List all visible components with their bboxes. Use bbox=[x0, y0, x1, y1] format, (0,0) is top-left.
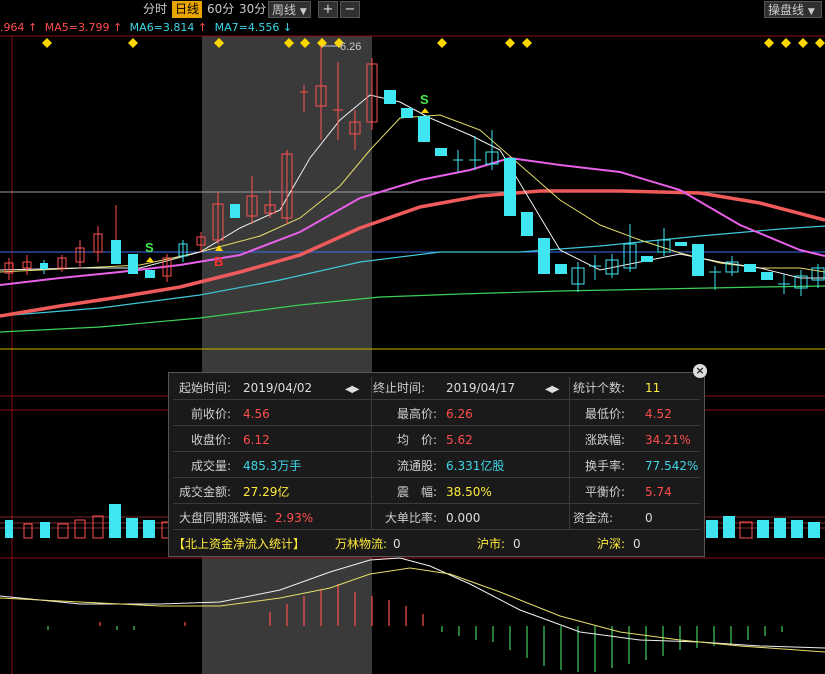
count-value: 11 bbox=[645, 381, 661, 395]
tab-30min[interactable]: 30分 bbox=[236, 1, 269, 18]
tab-daily[interactable]: 日线 bbox=[172, 1, 203, 18]
amount-label: 成交金额: bbox=[179, 485, 232, 499]
market-change-label: 大盘同期涨跌幅: bbox=[179, 511, 268, 525]
selection-range bbox=[202, 36, 372, 674]
low-label: 最低价: bbox=[585, 407, 626, 421]
buy-signal: B bbox=[214, 254, 223, 269]
close-label: 收盘价: bbox=[191, 433, 232, 447]
candles bbox=[4, 46, 825, 296]
float-shares-value: 6.331亿股 bbox=[446, 459, 505, 473]
wanlin-label: 万林物流: bbox=[335, 537, 388, 551]
low-value: 4.52 bbox=[645, 407, 672, 421]
balance-label: 平衡价: bbox=[585, 485, 626, 499]
sell-signal-1: S bbox=[145, 240, 154, 255]
ma6-value: MA6=3.814 bbox=[129, 21, 195, 34]
avg-label: 均 价: bbox=[397, 433, 438, 447]
volume-label: 成交量: bbox=[191, 459, 232, 473]
range-stats-popup: 起始时间: 2019/04/02 ◀▶ 终止时间: 2019/04/17 ◀▶ … bbox=[168, 372, 705, 557]
macd-histogram bbox=[47, 584, 783, 672]
close-value: 6.12 bbox=[243, 433, 270, 447]
fund-flow-label: 资金流: bbox=[573, 511, 614, 525]
close-icon[interactable]: × bbox=[693, 364, 707, 378]
down-arrow-icon: ↓ bbox=[282, 21, 293, 34]
amplitude-label: 震 幅: bbox=[397, 485, 438, 499]
high-price-label: 6.26 bbox=[340, 41, 361, 53]
ma5-value: MA5=3.799 bbox=[44, 21, 110, 34]
volume-value: 485.3万手 bbox=[243, 459, 302, 473]
hushi-value: 0 bbox=[513, 537, 521, 551]
prev-close-label: 前收价: bbox=[191, 407, 232, 421]
hushi-label: 沪市: bbox=[477, 537, 506, 551]
start-time-stepper-icon[interactable]: ◀▶ bbox=[345, 384, 359, 395]
ma-legend: .964 ↑ MA5=3.799 ↑ MA6=3.814 ↑ MA7=4.556… bbox=[0, 20, 292, 35]
amplitude-value: 38.50% bbox=[446, 485, 492, 499]
end-time-label: 终止时间: bbox=[373, 381, 426, 395]
ma-line-green bbox=[0, 285, 825, 333]
market-change-value: 2.93% bbox=[275, 511, 314, 525]
change-label: 涨跌幅: bbox=[585, 433, 626, 447]
start-time-value: 2019/04/02 bbox=[243, 381, 313, 395]
hushen-value: 0 bbox=[633, 537, 641, 551]
up-arrow-icon: ↑ bbox=[28, 21, 38, 34]
count-label: 统计个数: bbox=[573, 381, 626, 395]
end-time-stepper-icon[interactable]: ◀▶ bbox=[545, 384, 559, 395]
tab-weekly-dropdown[interactable]: 周线 ▼ bbox=[268, 1, 311, 18]
ma-partial-value: .964 bbox=[0, 21, 25, 34]
end-time-value: 2019/04/17 bbox=[446, 381, 516, 395]
event-markers bbox=[42, 38, 825, 48]
change-value: 34.21% bbox=[645, 433, 691, 447]
prev-close-value: 4.56 bbox=[243, 407, 270, 421]
hushen-label: 沪深: bbox=[597, 537, 626, 551]
turnover-label: 换手率: bbox=[585, 459, 626, 473]
fund-flow-value: 0 bbox=[645, 511, 653, 525]
balance-value: 5.74 bbox=[645, 485, 672, 499]
ma7-value: MA7=4.556 bbox=[214, 21, 280, 34]
sell-marker-1 bbox=[146, 257, 154, 262]
candlestick-chart[interactable]: 6.26 S B S bbox=[0, 0, 825, 674]
chevron-down-icon: ▼ bbox=[299, 7, 307, 17]
period-toolbar: 分时 日线 60分 30分 周线 ▼ + − 操盘线 ▼ bbox=[0, 0, 825, 20]
big-order-value: 0.000 bbox=[446, 511, 481, 525]
high-label: 最高价: bbox=[397, 407, 438, 421]
start-time-label: 起始时间: bbox=[179, 381, 232, 395]
big-order-label: 大单比率: bbox=[385, 511, 438, 525]
tab-60min[interactable]: 60分 bbox=[204, 1, 237, 18]
macd-dif-line bbox=[0, 557, 825, 649]
zoom-out-button[interactable]: − bbox=[340, 1, 360, 18]
sell-signal-2: S bbox=[420, 92, 429, 107]
float-shares-label: 流通股: bbox=[397, 459, 438, 473]
avg-value: 5.62 bbox=[446, 433, 473, 447]
high-value: 6.26 bbox=[446, 407, 473, 421]
up-arrow-icon: ↑ bbox=[112, 21, 123, 34]
sell-marker-2 bbox=[421, 108, 429, 113]
up-arrow-icon: ↑ bbox=[197, 21, 208, 34]
amount-value: 27.29亿 bbox=[243, 485, 290, 499]
chevron-down-icon: ▼ bbox=[807, 7, 815, 17]
indicator-menu-label: 操盘线 bbox=[768, 3, 805, 17]
indicator-menu-dropdown[interactable]: 操盘线 ▼ bbox=[764, 1, 822, 18]
northbound-title: 【北上资金净流入统计】 bbox=[173, 537, 306, 551]
tab-weekly-label: 周线 bbox=[272, 3, 297, 17]
macd-dea-line bbox=[0, 567, 825, 653]
zoom-in-button[interactable]: + bbox=[318, 1, 338, 18]
turnover-value: 77.542% bbox=[645, 459, 699, 473]
wanlin-value: 0 bbox=[393, 537, 401, 551]
tab-timeshare[interactable]: 分时 bbox=[140, 1, 170, 18]
